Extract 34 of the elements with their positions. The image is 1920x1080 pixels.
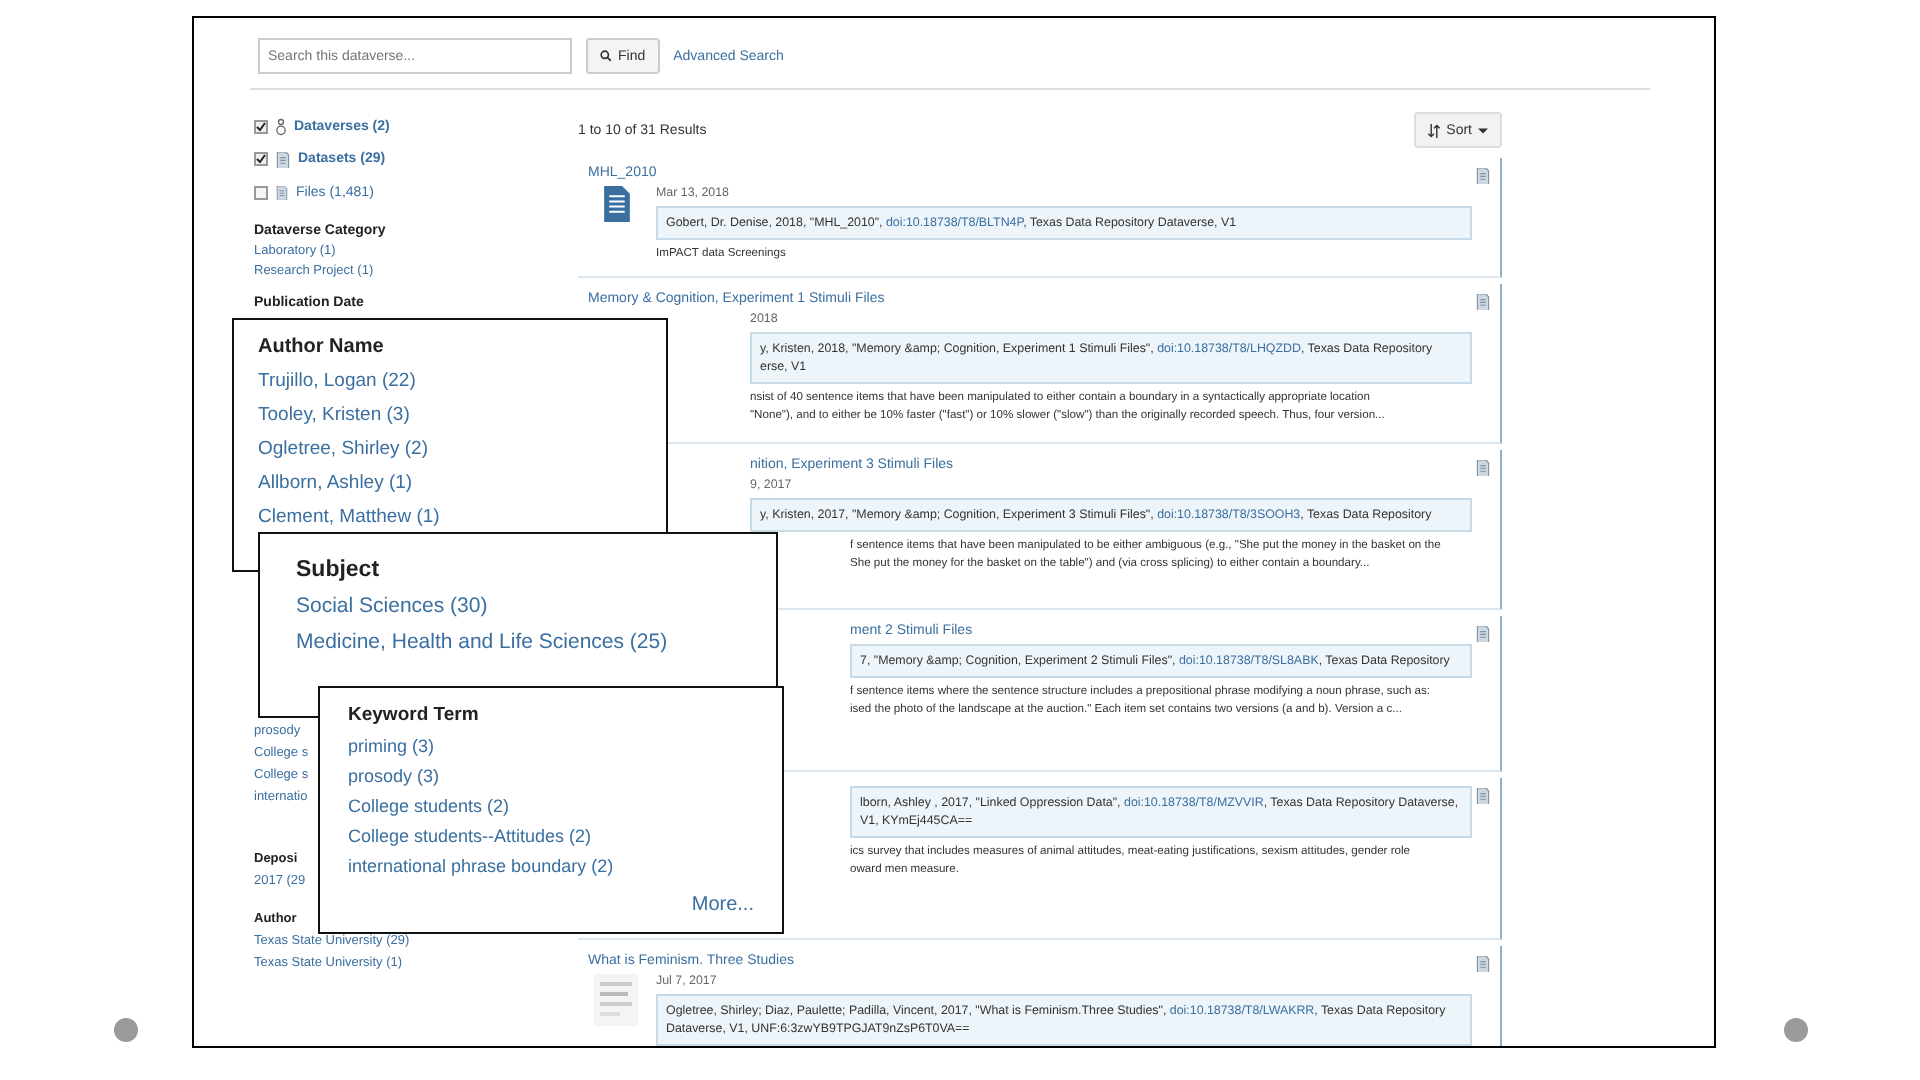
facet-title: Keyword Term — [348, 704, 479, 726]
file-icon — [1476, 788, 1490, 805]
facet-item[interactable]: prosody (3) — [348, 766, 440, 786]
dataset-icon — [603, 186, 629, 222]
facet-item[interactable]: priming (3) — [348, 736, 435, 756]
slide-dot-icon — [114, 1018, 138, 1042]
facet-title: Subject — [296, 558, 380, 582]
file-icon — [1476, 168, 1490, 185]
file-icon — [276, 151, 290, 168]
file-icon — [1476, 460, 1490, 477]
facet-item[interactable]: Allborn, Ashley (1) — [258, 472, 413, 494]
file-icon — [1476, 294, 1490, 311]
search-icon — [600, 50, 612, 62]
sort-icon — [1428, 123, 1441, 137]
facet-item[interactable]: Social Sciences (30) — [296, 594, 488, 618]
type-checkbox[interactable] — [254, 152, 268, 167]
facet-item[interactable]: College students (2) — [348, 796, 510, 816]
facet-item[interactable]: international phrase boundary (2) — [348, 856, 614, 876]
facet-item[interactable]: Clement, Matthew (1) — [258, 506, 440, 528]
file-icon — [1476, 626, 1490, 643]
slide-dot-icon — [1784, 1018, 1808, 1042]
file-icon — [1476, 956, 1490, 973]
file-icon — [276, 185, 288, 200]
more-link[interactable]: More... — [691, 894, 754, 916]
facet-title: Author Name — [258, 336, 384, 358]
facet-item[interactable]: Tooley, Kristen (3) — [258, 404, 410, 426]
facet-item[interactable]: Ogletree, Shirley (2) — [258, 438, 429, 460]
type-checkbox[interactable] — [254, 119, 268, 134]
facet-item[interactable]: Trujillo, Logan (22) — [258, 370, 416, 392]
dataverse-icon — [276, 117, 286, 136]
caret-icon — [1478, 127, 1488, 133]
facet-item[interactable]: Medicine, Health and Life Sciences (25) — [296, 630, 668, 654]
type-checkbox[interactable] — [254, 185, 268, 200]
facet-item[interactable]: College students--Attitudes (2) — [348, 826, 592, 846]
